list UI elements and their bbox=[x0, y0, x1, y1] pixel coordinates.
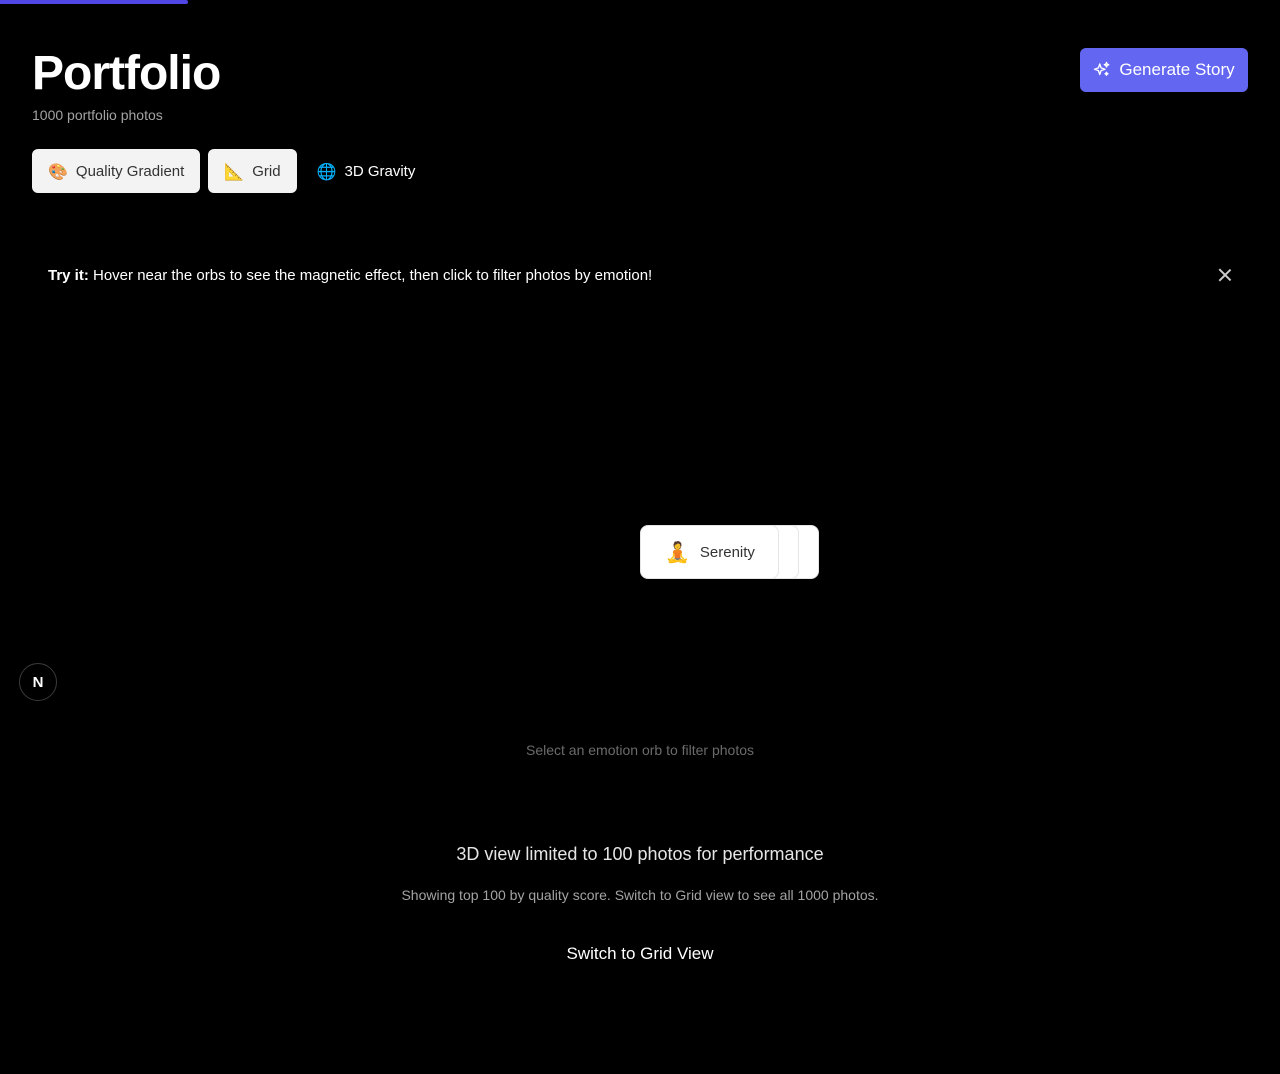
tab-3d-gravity[interactable]: 🌐 3D Gravity bbox=[305, 149, 428, 193]
view-mode-tabs: 🎨 Quality Gradient 📐 Grid 🌐 3D Gravity bbox=[32, 149, 427, 193]
globe-icon: 🌐 bbox=[316, 161, 337, 181]
palette-icon: 🎨 bbox=[48, 161, 68, 181]
sparkle-icon bbox=[1094, 61, 1110, 76]
photo-count: 1000 portfolio photos bbox=[32, 107, 163, 123]
limit-notice-title: 3D view limited to 100 photos for perfor… bbox=[456, 844, 824, 864]
nextjs-dev-badge[interactable]: N bbox=[19, 663, 57, 701]
orb-label: Serenity bbox=[699, 543, 755, 561]
filter-hint: Select an emotion orb to filter photos bbox=[525, 742, 755, 758]
emotion-orb-stack: 🧘 Serenity bbox=[640, 525, 820, 579]
tab-quality-gradient[interactable]: 🎨 Quality Gradient bbox=[32, 149, 201, 193]
tab-label: Grid bbox=[252, 162, 281, 180]
generate-story-label: Generate Story bbox=[1119, 60, 1235, 79]
page-title: Portfolio bbox=[32, 47, 221, 100]
generate-story-button[interactable]: Generate Story bbox=[1080, 48, 1248, 92]
tab-label: Quality Gradient bbox=[75, 162, 185, 180]
emotion-orb-serenity[interactable]: 🧘 Serenity bbox=[640, 525, 779, 579]
tip-body: Hover near the orbs to see the magnetic … bbox=[88, 266, 653, 284]
loading-progress-bar bbox=[0, 0, 189, 4]
tip-prefix: Try it: bbox=[48, 266, 89, 284]
limit-notice-description: Showing top 100 by quality score. Switch… bbox=[401, 887, 879, 903]
meditation-icon: 🧘 bbox=[665, 540, 690, 564]
switch-to-grid-button[interactable]: Switch to Grid View bbox=[540, 938, 740, 970]
tab-grid[interactable]: 📐 Grid bbox=[208, 149, 297, 193]
tip-text: Try it: Hover near the orbs to see the m… bbox=[48, 267, 652, 284]
close-icon[interactable] bbox=[1218, 268, 1232, 282]
tip-banner: Try it: Hover near the orbs to see the m… bbox=[32, 256, 1248, 294]
tab-label: 3D Gravity bbox=[344, 162, 416, 180]
triangle-ruler-icon: 📐 bbox=[224, 161, 245, 181]
